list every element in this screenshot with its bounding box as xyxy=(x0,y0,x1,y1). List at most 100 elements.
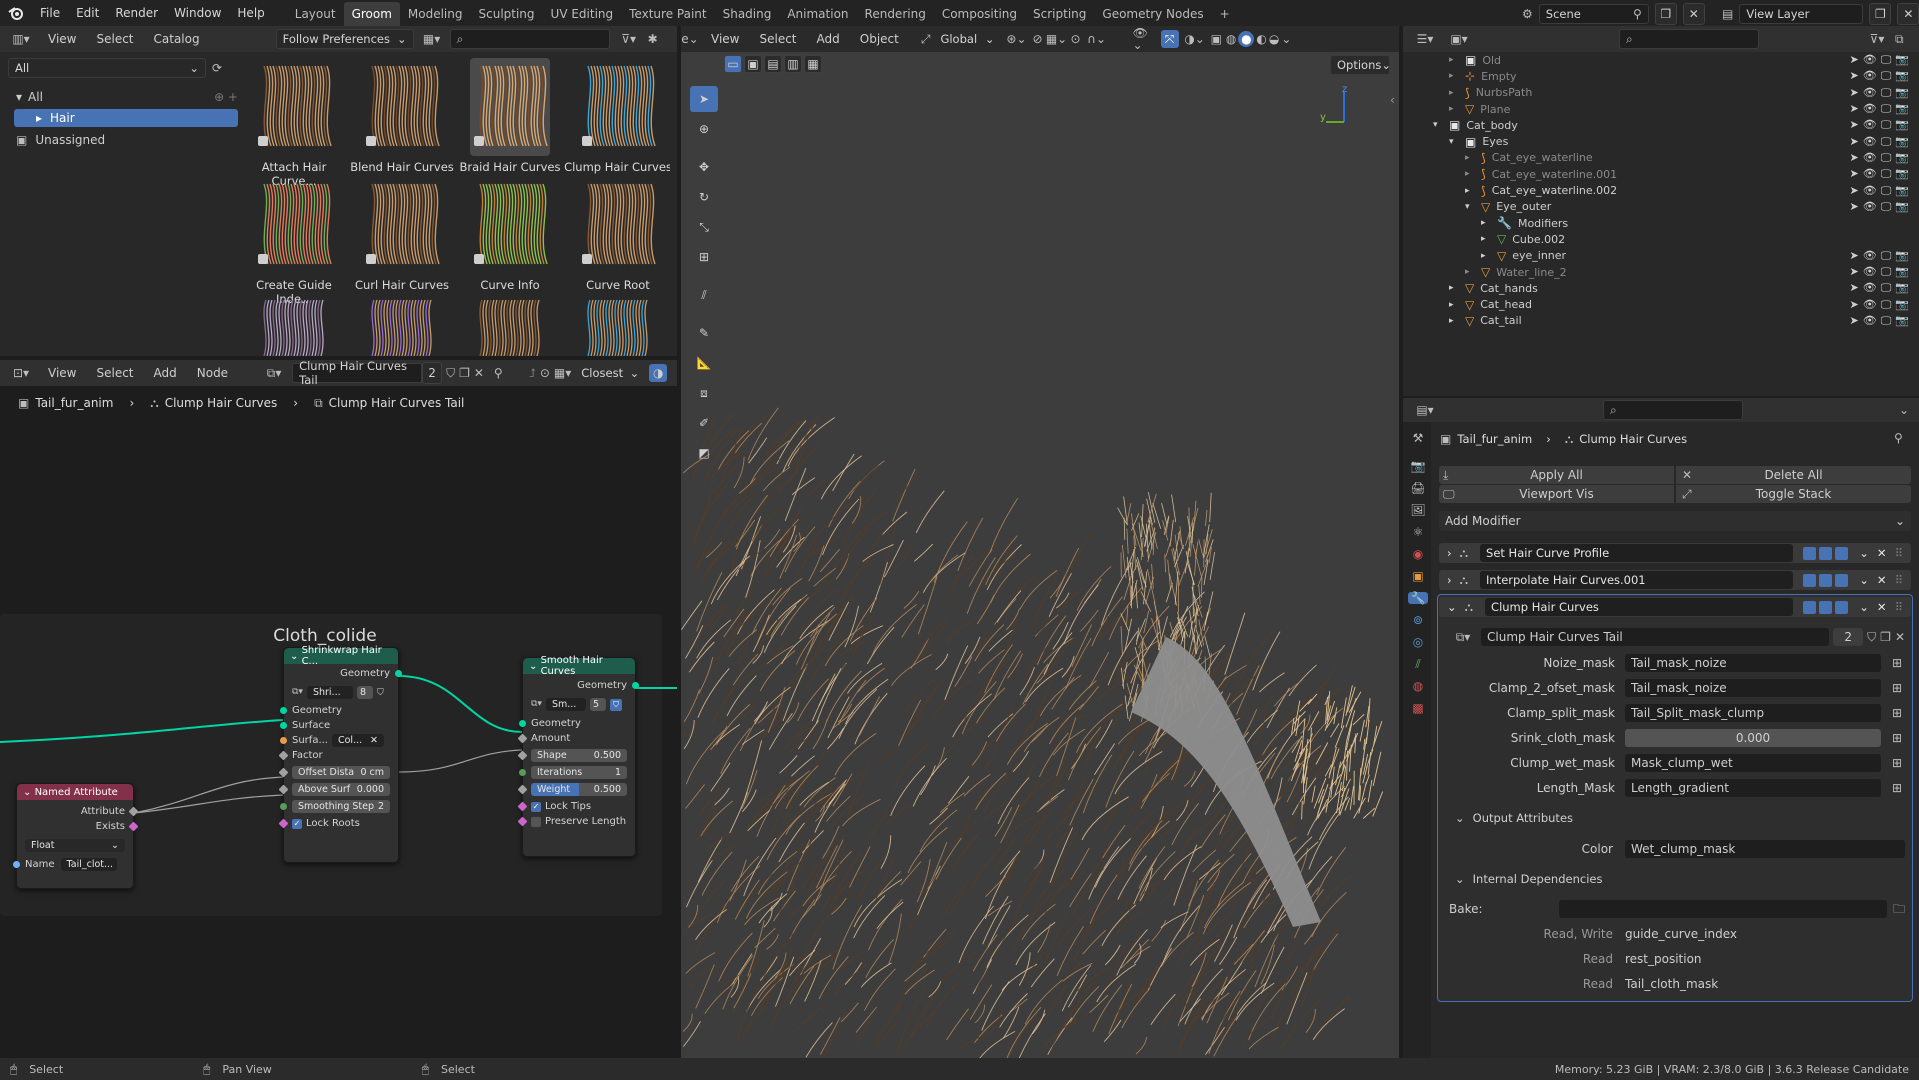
transform-icon[interactable]: ⊞ xyxy=(690,244,718,270)
mode-dropdown-icon[interactable]: e⌄ xyxy=(681,33,699,45)
selectable-icon[interactable]: ➤ xyxy=(1850,184,1859,198)
parent-node-tree-icon[interactable]: ⮥ xyxy=(529,367,536,379)
input-socket[interactable] xyxy=(519,769,526,776)
sidebar-toggle-icon[interactable]: ‹ xyxy=(1390,94,1395,106)
expand-arrow-icon[interactable]: ▾ xyxy=(16,90,22,104)
node-group-field[interactable]: Clump Hair Curves Tail xyxy=(1481,628,1830,646)
expand-arrow-icon[interactable]: › xyxy=(1447,573,1452,587)
outliner-item-nurbspath[interactable]: ▸ ⟆ NurbsPath ➤ 👁 🖵 📷 xyxy=(1403,85,1919,101)
select-intersect-icon[interactable]: ▦ xyxy=(804,55,822,73)
expand-arrow-icon[interactable]: ▸ xyxy=(1481,251,1493,261)
outliner-item-cat-head[interactable]: ▸ ▽ Cat_head ➤ 👁 🖵 📷 xyxy=(1403,296,1919,312)
wireframe-shading-icon[interactable]: ◍ xyxy=(1226,33,1236,45)
outliner-item-empty[interactable]: ▸ ⊹ Empty ➤ 👁 🖵 📷 xyxy=(1403,68,1919,84)
eye-icon[interactable]: 👁 xyxy=(1863,135,1877,149)
smooth-hair-curves-node[interactable]: ⌄ Smooth Hair Curves Geometry ⧉▾ Sm... 5 ⛉ … xyxy=(517,655,639,857)
output-socket[interactable] xyxy=(632,682,639,689)
camera-icon[interactable]: 📷 xyxy=(1895,135,1909,149)
new-scene-icon[interactable]: ❐ xyxy=(1654,3,1677,25)
checkbox-checked-icon[interactable]: ✓ xyxy=(531,801,541,812)
camera-icon[interactable]: 📷 xyxy=(1895,281,1909,295)
expand-arrow-icon[interactable]: ▸ xyxy=(1449,283,1461,293)
menu-render[interactable]: Render xyxy=(107,6,166,20)
view-layer-tab-icon[interactable]: 🖼 xyxy=(1410,504,1426,516)
modifier-set-hair-curve-profile[interactable]: › ⛬ Set Hair Curve Profile ⌄ ✕ ⠿ xyxy=(1439,543,1911,563)
camera-icon[interactable]: 📷 xyxy=(1895,86,1909,100)
eye-icon[interactable]: 👁 xyxy=(1863,167,1877,181)
monitor-icon[interactable]: 🖵 xyxy=(1881,314,1892,328)
selectable-icon[interactable]: ➤ xyxy=(1850,200,1859,214)
pin-icon[interactable]: ⚲ xyxy=(1894,432,1903,444)
monitor-icon[interactable]: 🖵 xyxy=(1881,102,1892,116)
viewport-menu-select[interactable]: Select xyxy=(751,32,804,46)
asset-curve-info[interactable]: Curve Info xyxy=(456,176,564,292)
input-socket[interactable] xyxy=(280,803,287,810)
param-value-field[interactable]: Mask_clump_wet xyxy=(1625,754,1881,772)
select-subtract-icon[interactable]: ▤ xyxy=(764,55,782,73)
param-value-field[interactable]: Tail_Split_mask_clump xyxy=(1625,704,1881,722)
collapse-icon[interactable]: ⌄ xyxy=(529,661,537,672)
monitor-icon[interactable]: 🖵 xyxy=(1881,184,1892,198)
new-view-layer-icon[interactable]: ❐ xyxy=(1869,3,1892,25)
selectable-icon[interactable]: ➤ xyxy=(1850,135,1859,149)
scene-icon[interactable]: ⚙ xyxy=(1522,8,1533,20)
shrinkwrap-node[interactable]: ⌄ Shrinkwrap Hair C... Geometry ⧉▾ Shri..… xyxy=(278,645,402,863)
tab-animation[interactable]: Animation xyxy=(779,2,856,26)
visibility-icon[interactable]: 👁⌄ xyxy=(1133,27,1157,51)
checkbox-unchecked-icon[interactable] xyxy=(531,816,541,827)
expand-arrow-icon[interactable]: ▸ xyxy=(1449,88,1461,98)
outliner-item-cat-eye-waterline-002[interactable]: ▸ ⟆ Cat_eye_waterline.002 ➤ 👁 🖵 📷 xyxy=(1403,182,1919,198)
group-field[interactable]: Sm... xyxy=(545,698,586,711)
input-socket[interactable] xyxy=(519,720,526,727)
param-value-field[interactable]: Tail_mask_noize xyxy=(1625,679,1881,697)
clear-icon[interactable]: ✕ xyxy=(370,735,378,746)
color-attribute-field[interactable]: Wet_clump_mask xyxy=(1625,840,1905,858)
checkbox-checked-icon[interactable]: ✓ xyxy=(292,818,302,829)
duplicate-icon[interactable]: ❐ xyxy=(459,367,470,379)
viewport-menu-object[interactable]: Object xyxy=(852,32,907,46)
viewport-display-icon[interactable] xyxy=(1819,546,1833,560)
falloff-icon[interactable]: ∩⌄ xyxy=(1085,33,1109,45)
draw-icon[interactable]: ✐ xyxy=(690,410,718,436)
physics-tab-icon[interactable]: ◎ xyxy=(1410,636,1426,648)
world-tab-icon[interactable]: ◉ xyxy=(1410,548,1426,560)
expand-arrow-icon[interactable]: ▸ xyxy=(1465,267,1477,277)
render-display-icon[interactable] xyxy=(1835,546,1849,560)
param-value-field[interactable]: Length_gradient xyxy=(1625,779,1881,797)
eye-icon[interactable]: 👁 xyxy=(1863,69,1877,83)
select-new-icon[interactable]: ▭ xyxy=(724,55,742,73)
shield-icon[interactable]: ⛉ xyxy=(609,698,622,711)
selectable-icon[interactable]: ➤ xyxy=(1850,281,1859,295)
outliner-item-cat-eye-waterline-001[interactable]: ▸ ⟆ Cat_eye_waterline.001 ➤ 👁 🖵 📷 xyxy=(1403,166,1919,182)
data-tab-icon[interactable]: ◍ xyxy=(1410,680,1426,692)
camera-icon[interactable]: 📷 xyxy=(1895,184,1909,198)
duplicate-icon[interactable]: ❐ xyxy=(1880,631,1891,643)
tab-scripting[interactable]: Scripting xyxy=(1025,2,1094,26)
eye-icon[interactable]: 👁 xyxy=(1863,314,1877,328)
outliner-item-cube-002[interactable]: ▸ ▽ Cube.002 xyxy=(1403,231,1919,247)
filter-icon[interactable]: ⊽▾ xyxy=(614,33,644,45)
asset-thumbnail-partial[interactable] xyxy=(456,296,564,356)
shape-field[interactable]: Shape 0.500 xyxy=(531,749,627,762)
camera-icon[interactable]: 📷 xyxy=(1895,298,1909,312)
modifier-clump-hair-curves[interactable]: ⌄ ⛬ Clump Hair Curves ⌄ ✕ ⠿ xyxy=(1439,597,1911,617)
asset-menu-select[interactable]: Select xyxy=(88,32,141,46)
material-shading-icon[interactable]: ◐ xyxy=(1256,33,1266,45)
filter-icon[interactable]: ⊽▾ xyxy=(1865,33,1889,45)
catalog-all[interactable]: All xyxy=(28,90,43,104)
camera-icon[interactable]: 📷 xyxy=(1895,265,1909,279)
delete-scene-icon[interactable]: ✕ xyxy=(1682,3,1705,25)
options-icon[interactable]: ⌄ xyxy=(1899,404,1909,416)
collapse-icon[interactable]: ⌄ xyxy=(290,651,298,662)
outliner-item-eye-inner[interactable]: ▸ ▽ eye_inner ➤ 👁 🖵 📷 xyxy=(1403,248,1919,264)
tab-sculpting[interactable]: Sculpting xyxy=(471,2,543,26)
input-socket[interactable] xyxy=(280,722,287,729)
menu-edit[interactable]: Edit xyxy=(68,6,107,20)
expand-arrow-icon[interactable]: ▸ xyxy=(1449,71,1461,81)
attribute-toggle-icon[interactable]: ⊞ xyxy=(1889,757,1905,769)
annotate-icon[interactable]: ✎ xyxy=(690,320,718,346)
input-socket[interactable] xyxy=(13,861,20,868)
camera-icon[interactable]: 📷 xyxy=(1895,69,1909,83)
snap-icon[interactable]: ⊘ xyxy=(1032,33,1042,45)
viewport-vis-button[interactable]: 🖵 Viewport Vis xyxy=(1439,485,1674,503)
